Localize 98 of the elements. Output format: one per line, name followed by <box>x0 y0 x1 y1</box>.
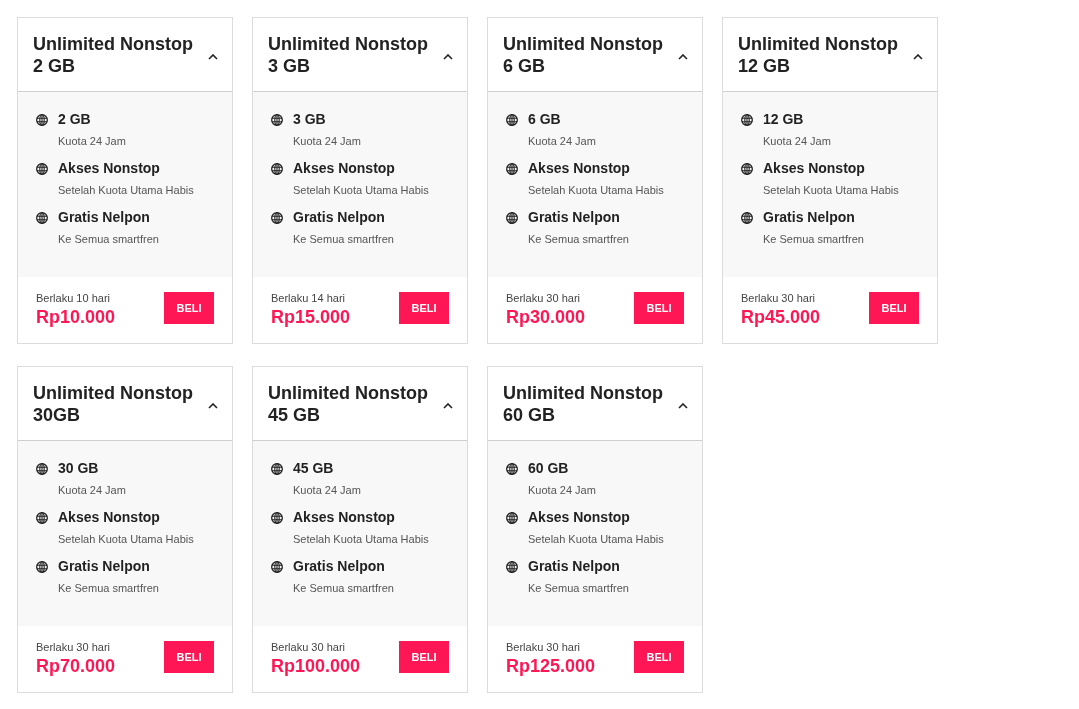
feature-title: Akses Nonstop <box>528 160 631 177</box>
buy-button[interactable]: BELI <box>399 641 449 673</box>
plan-title: Unlimited Nonstop 3 GB <box>268 32 429 77</box>
globe-icon <box>506 212 518 224</box>
globe-icon <box>271 114 283 126</box>
plan-title: Unlimited Nonstop 30GB <box>33 381 194 426</box>
globe-icon <box>506 163 518 175</box>
caret-icon[interactable] <box>208 53 218 60</box>
feature-description: Kuota 24 Jam <box>293 134 361 148</box>
feature-description: Setelah Kuota Utama Habis <box>293 183 429 197</box>
validity-text: Berlaku 30 hari <box>741 292 816 305</box>
buy-button[interactable]: BELI <box>634 641 684 673</box>
buy-button[interactable]: BELI <box>634 292 684 324</box>
feature-title: Gratis Nelpon <box>528 209 621 226</box>
feature-description: Ke Semua smartfren <box>58 232 159 246</box>
globe-icon <box>271 163 283 175</box>
feature-title: 60 GB <box>528 460 570 477</box>
plan-title: Unlimited Nonstop 6 GB <box>503 32 664 77</box>
validity-text: Berlaku 30 hari <box>36 641 111 654</box>
feature-title: Akses Nonstop <box>58 160 161 177</box>
feature-title: 3 GB <box>293 111 327 128</box>
feature-description: Ke Semua smartfren <box>528 581 629 595</box>
globe-icon <box>36 212 48 224</box>
buy-button[interactable]: BELI <box>399 292 449 324</box>
validity-text: Berlaku 14 hari <box>271 292 346 305</box>
feature-title: Gratis Nelpon <box>293 558 386 575</box>
feature-description: Kuota 24 Jam <box>58 483 126 497</box>
globe-icon <box>506 512 518 524</box>
feature-description: Setelah Kuota Utama Habis <box>763 183 899 197</box>
feature-description: Kuota 24 Jam <box>58 134 126 148</box>
validity-text: Berlaku 30 hari <box>506 292 581 305</box>
globe-icon <box>36 114 48 126</box>
feature-title: Akses Nonstop <box>528 509 631 526</box>
feature-title: Akses Nonstop <box>293 509 396 526</box>
globe-icon <box>36 463 48 475</box>
caret-icon[interactable] <box>443 53 453 60</box>
globe-icon <box>36 561 48 573</box>
buy-button[interactable]: BELI <box>164 641 214 673</box>
feature-description: Kuota 24 Jam <box>528 134 596 148</box>
globe-icon <box>36 163 48 175</box>
plan-title: Unlimited Nonstop 2 GB <box>33 32 194 77</box>
feature-title: 6 GB <box>528 111 562 128</box>
feature-description: Setelah Kuota Utama Habis <box>58 532 194 546</box>
feature-description: Ke Semua smartfren <box>528 232 629 246</box>
feature-title: Gratis Nelpon <box>58 558 151 575</box>
globe-icon <box>271 463 283 475</box>
feature-description: Kuota 24 Jam <box>528 483 596 497</box>
feature-title: Gratis Nelpon <box>763 209 856 226</box>
plan-title: Unlimited Nonstop 60 GB <box>503 381 664 426</box>
globe-icon <box>741 114 753 126</box>
price: Rp30.000 <box>506 307 586 328</box>
feature-description: Setelah Kuota Utama Habis <box>293 532 429 546</box>
feature-description: Kuota 24 Jam <box>293 483 361 497</box>
price: Rp70.000 <box>36 656 116 677</box>
price: Rp10.000 <box>36 307 116 328</box>
caret-icon[interactable] <box>443 402 453 409</box>
globe-icon <box>506 114 518 126</box>
caret-icon[interactable] <box>208 402 218 409</box>
price: Rp15.000 <box>271 307 351 328</box>
price: Rp100.000 <box>271 656 361 677</box>
globe-icon <box>741 163 753 175</box>
buy-button[interactable]: BELI <box>164 292 214 324</box>
feature-description: Setelah Kuota Utama Habis <box>528 532 664 546</box>
feature-description: Ke Semua smartfren <box>293 581 394 595</box>
globe-icon <box>271 212 283 224</box>
feature-description: Kuota 24 Jam <box>763 134 831 148</box>
plan-title: Unlimited Nonstop 45 GB <box>268 381 429 426</box>
feature-title: Akses Nonstop <box>763 160 866 177</box>
feature-title: 45 GB <box>293 460 335 477</box>
feature-title: Gratis Nelpon <box>58 209 151 226</box>
caret-icon[interactable] <box>678 53 688 60</box>
plan-title: Unlimited Nonstop 12 GB <box>738 32 899 77</box>
globe-icon <box>271 512 283 524</box>
price: Rp45.000 <box>741 307 821 328</box>
feature-title: 2 GB <box>58 111 92 128</box>
feature-title: Gratis Nelpon <box>293 209 386 226</box>
feature-title: Gratis Nelpon <box>528 558 621 575</box>
feature-title: Akses Nonstop <box>293 160 396 177</box>
validity-text: Berlaku 30 hari <box>506 641 581 654</box>
buy-button[interactable]: BELI <box>869 292 919 324</box>
feature-description: Ke Semua smartfren <box>293 232 394 246</box>
validity-text: Berlaku 10 hari <box>36 292 111 305</box>
feature-description: Setelah Kuota Utama Habis <box>58 183 194 197</box>
validity-text: Berlaku 30 hari <box>271 641 346 654</box>
globe-icon <box>741 212 753 224</box>
feature-title: Akses Nonstop <box>58 509 161 526</box>
caret-icon[interactable] <box>913 53 923 60</box>
feature-description: Setelah Kuota Utama Habis <box>528 183 664 197</box>
feature-description: Ke Semua smartfren <box>763 232 864 246</box>
globe-icon <box>506 463 518 475</box>
caret-icon[interactable] <box>678 402 688 409</box>
globe-icon <box>36 512 48 524</box>
feature-title: 30 GB <box>58 460 100 477</box>
feature-title: 12 GB <box>763 111 805 128</box>
globe-icon <box>271 561 283 573</box>
price: Rp125.000 <box>506 656 596 677</box>
feature-description: Ke Semua smartfren <box>58 581 159 595</box>
globe-icon <box>506 561 518 573</box>
